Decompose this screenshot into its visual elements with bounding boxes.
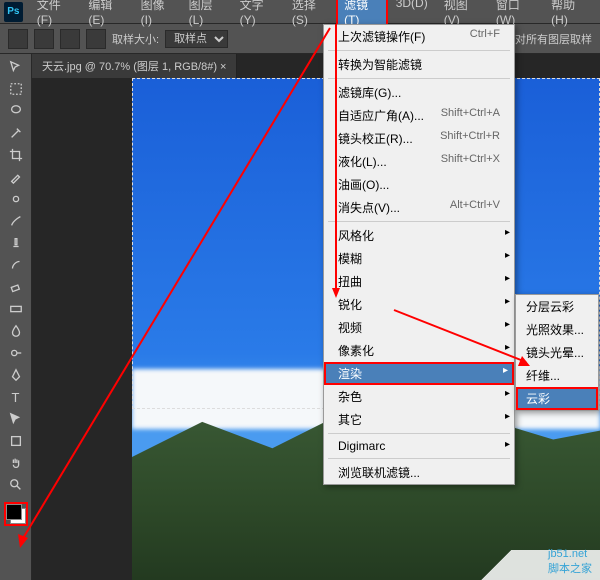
document-tab[interactable]: 天云.jpg @ 70.7% (图层 1, RGB/8#) × (32, 54, 237, 78)
opt-icon-1[interactable] (34, 29, 54, 49)
zoom-tool[interactable] (3, 474, 29, 496)
menu-separator (328, 433, 510, 434)
submenu-item-云彩[interactable]: 云彩 (516, 387, 598, 410)
shape-tool[interactable] (3, 430, 29, 452)
menu-item-像素化[interactable]: 像素化 (324, 339, 514, 362)
menubar: Ps 文件(F)编辑(E)图像(I)图层(L)文字(Y)选择(S)滤镜(T)3D… (0, 0, 600, 24)
menu-item-油画O[interactable]: 油画(O)... (324, 173, 514, 196)
brush-tool[interactable] (3, 210, 29, 232)
fg-color[interactable] (6, 504, 22, 520)
filter-menu-dropdown: 上次滤镜操作(F)Ctrl+F 转换为智能滤镜滤镜库(G)...自适应广角(A).… (323, 24, 515, 485)
sample-size-label: 取样大小: (112, 31, 159, 47)
hand-tool[interactable] (3, 452, 29, 474)
menu-separator (328, 458, 510, 459)
crop-tool[interactable] (3, 144, 29, 166)
lasso-tool[interactable] (3, 100, 29, 122)
watermark: jb51.net脚本之家 (548, 548, 592, 576)
menu-item-滤镜库G[interactable]: 滤镜库(G)... (324, 81, 514, 104)
menu-item-杂色[interactable]: 杂色 (324, 385, 514, 408)
menu-item-Digimarc[interactable]: Digimarc (324, 436, 514, 456)
menu-item-锐化[interactable]: 锐化 (324, 293, 514, 316)
marquee-tool[interactable] (3, 78, 29, 100)
menu-separator (328, 221, 510, 222)
toolbar: T (0, 54, 32, 580)
stamp-tool[interactable] (3, 232, 29, 254)
menu-item-转换为智能滤镜[interactable]: 转换为智能滤镜 (324, 53, 514, 76)
menu-item-消失点V[interactable]: 消失点(V)...Alt+Ctrl+V (324, 196, 514, 219)
menu-item-风格化[interactable]: 风格化 (324, 224, 514, 247)
submenu-item-分层云彩[interactable]: 分层云彩 (516, 295, 598, 318)
menu-item-模糊[interactable]: 模糊 (324, 247, 514, 270)
menu-文字[interactable]: 文字(Y) (232, 0, 284, 30)
menu-item-渲染[interactable]: 渲染 (324, 362, 514, 385)
sample-size-select[interactable]: 取样点 (165, 30, 228, 48)
wand-tool[interactable] (3, 122, 29, 144)
color-swatch[interactable] (4, 502, 28, 526)
sample-all-layers-label: 对所有图层取样 (515, 31, 592, 47)
heal-tool[interactable] (3, 188, 29, 210)
menu-item-其它[interactable]: 其它 (324, 408, 514, 431)
menu-图像[interactable]: 图像(I) (133, 0, 181, 30)
menu-图层[interactable]: 图层(L) (181, 0, 232, 30)
blur-tool[interactable] (3, 320, 29, 342)
menu-item-扭曲[interactable]: 扭曲 (324, 270, 514, 293)
menu-item-上次滤镜操作F[interactable]: 上次滤镜操作(F)Ctrl+F (324, 25, 514, 48)
pen-tool[interactable] (3, 364, 29, 386)
submenu-item-光照效果[interactable]: 光照效果... (516, 318, 598, 341)
path-tool[interactable] (3, 408, 29, 430)
tool-preset-icon[interactable] (8, 29, 28, 49)
opt-icon-2[interactable] (60, 29, 80, 49)
eraser-tool[interactable] (3, 276, 29, 298)
menu-item-视频[interactable]: 视频 (324, 316, 514, 339)
menu-编辑[interactable]: 编辑(E) (80, 0, 132, 30)
menu-item-浏览联机滤镜[interactable]: 浏览联机滤镜... (324, 461, 514, 484)
opt-icon-3[interactable] (86, 29, 106, 49)
menu-item-镜头校正R[interactable]: 镜头校正(R)...Shift+Ctrl+R (324, 127, 514, 150)
ps-logo: Ps (4, 2, 23, 22)
eyedropper-tool[interactable] (3, 166, 29, 188)
type-tool[interactable]: T (3, 386, 29, 408)
menu-帮助[interactable]: 帮助(H) (543, 0, 596, 30)
submenu-item-纤维[interactable]: 纤维... (516, 364, 598, 387)
menu-item-自适应广角A[interactable]: 自适应广角(A)...Shift+Ctrl+A (324, 104, 514, 127)
menu-item-液化L[interactable]: 液化(L)...Shift+Ctrl+X (324, 150, 514, 173)
render-submenu: 分层云彩光照效果...镜头光晕...纤维...云彩 (515, 294, 599, 411)
history-brush-tool[interactable] (3, 254, 29, 276)
gradient-tool[interactable] (3, 298, 29, 320)
dodge-tool[interactable] (3, 342, 29, 364)
submenu-item-镜头光晕[interactable]: 镜头光晕... (516, 341, 598, 364)
move-tool[interactable] (3, 56, 29, 78)
menu-separator (328, 50, 510, 51)
menu-文件[interactable]: 文件(F) (29, 0, 81, 30)
menu-separator (328, 78, 510, 79)
